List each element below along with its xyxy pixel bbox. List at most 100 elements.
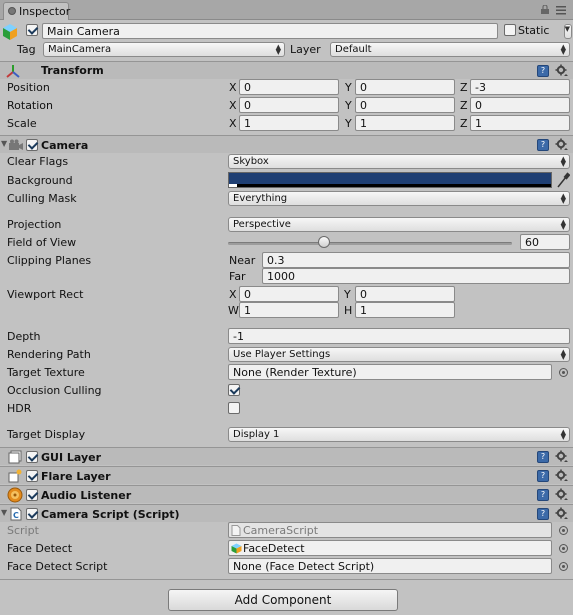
transform-header[interactable]: Transform ? bbox=[0, 61, 573, 79]
face-detect-label: Face Detect bbox=[7, 542, 73, 555]
foldout-arrow-icon[interactable]: ▼ bbox=[1, 139, 7, 148]
flare-layer-title: Flare Layer bbox=[41, 470, 111, 483]
flare-layer-checkbox[interactable] bbox=[26, 470, 38, 482]
layer-dropdown[interactable]: Default ▲ ▼ bbox=[330, 42, 570, 57]
gear-icon[interactable] bbox=[555, 507, 568, 520]
axis-y-label: Y bbox=[345, 81, 352, 94]
script-field: CameraScript bbox=[228, 522, 552, 538]
camera-script-title: Camera Script (Script) bbox=[41, 508, 180, 521]
camera-header[interactable]: ▼ Camera ? bbox=[0, 135, 573, 153]
gameobject-active-checkbox[interactable] bbox=[26, 24, 38, 36]
eyedropper-icon[interactable] bbox=[556, 172, 570, 188]
object-picker-icon[interactable] bbox=[559, 368, 568, 377]
static-checkbox[interactable] bbox=[504, 24, 516, 36]
gear-icon[interactable] bbox=[555, 469, 568, 482]
menu-icon[interactable] bbox=[555, 4, 567, 16]
fov-slider-track[interactable] bbox=[228, 242, 512, 245]
transform-title: Transform bbox=[41, 64, 104, 77]
scale-x-field[interactable]: 1 bbox=[239, 115, 339, 131]
lock-icon[interactable] bbox=[540, 5, 550, 14]
axis-z-label: Z bbox=[460, 99, 468, 112]
position-y-field[interactable]: 0 bbox=[355, 79, 455, 95]
alpha-bar bbox=[229, 184, 551, 187]
clear-flags-dropdown[interactable]: Skybox ▲ ▼ bbox=[228, 154, 570, 169]
tab-inspector[interactable]: Inspector bbox=[3, 2, 70, 20]
rotation-x-field[interactable]: 0 bbox=[239, 97, 339, 113]
static-dropdown-arrow[interactable]: ▼ bbox=[564, 24, 572, 39]
axis-x-label: X bbox=[229, 81, 237, 94]
face-detect-script-field[interactable]: None (Face Detect Script) bbox=[228, 558, 552, 574]
scale-z-field[interactable]: 1 bbox=[470, 115, 570, 131]
camera-script-checkbox[interactable] bbox=[26, 508, 38, 520]
background-color-field[interactable] bbox=[228, 172, 552, 188]
clipping-planes-label: Clipping Planes bbox=[7, 254, 92, 267]
position-z-field[interactable]: -3 bbox=[470, 79, 570, 95]
transform-axes-icon bbox=[6, 65, 20, 78]
rotation-z-field[interactable]: 0 bbox=[470, 97, 570, 113]
divider bbox=[0, 579, 573, 580]
occlusion-culling-checkbox[interactable] bbox=[228, 384, 240, 396]
gameobject-cube-icon bbox=[3, 24, 17, 40]
object-picker-icon[interactable] bbox=[559, 562, 568, 571]
gui-layer-header[interactable]: GUI Layer ? bbox=[0, 447, 573, 465]
scale-y-field[interactable]: 1 bbox=[355, 115, 455, 131]
face-detect-field[interactable]: FaceDetect bbox=[228, 540, 552, 556]
gear-icon[interactable] bbox=[555, 488, 568, 501]
projection-value: Perspective bbox=[233, 219, 291, 230]
position-x-field[interactable]: 0 bbox=[239, 79, 339, 95]
script-file-icon bbox=[231, 525, 241, 536]
viewport-x-field[interactable]: 0 bbox=[239, 286, 339, 302]
camera-script-header[interactable]: ▼ C Camera Script (Script) ? bbox=[0, 504, 573, 522]
gear-icon[interactable] bbox=[555, 138, 568, 151]
gear-icon[interactable] bbox=[555, 64, 568, 77]
audio-listener-icon bbox=[7, 487, 23, 503]
audio-listener-header[interactable]: Audio Listener ? bbox=[0, 485, 573, 503]
viewport-y-label: Y bbox=[344, 288, 351, 301]
gear-icon[interactable] bbox=[555, 450, 568, 463]
help-icon[interactable]: ? bbox=[537, 508, 549, 520]
camera-enabled-checkbox[interactable] bbox=[26, 139, 38, 151]
foldout-arrow-icon[interactable]: ▼ bbox=[1, 508, 7, 517]
projection-label: Projection bbox=[7, 218, 62, 231]
viewport-w-label: W bbox=[228, 304, 239, 317]
help-icon[interactable]: ? bbox=[537, 451, 549, 463]
viewport-y-field[interactable]: 0 bbox=[355, 286, 455, 302]
help-icon[interactable]: ? bbox=[537, 489, 549, 501]
hdr-checkbox[interactable] bbox=[228, 402, 240, 414]
help-icon[interactable]: ? bbox=[537, 65, 549, 77]
object-picker-icon[interactable] bbox=[559, 544, 568, 553]
add-component-button[interactable]: Add Component bbox=[168, 589, 398, 611]
tag-value: MainCamera bbox=[48, 44, 112, 55]
viewport-w-field[interactable]: 1 bbox=[239, 302, 339, 318]
viewport-h-field[interactable]: 1 bbox=[355, 302, 455, 318]
axis-x-label: X bbox=[229, 99, 237, 112]
layer-value: Default bbox=[335, 44, 372, 55]
camera-icon bbox=[9, 139, 23, 150]
culling-mask-dropdown[interactable]: Everything ▲ ▼ bbox=[228, 191, 570, 206]
rendering-path-dropdown[interactable]: Use Player Settings ▲ ▼ bbox=[228, 347, 570, 362]
help-icon[interactable]: ? bbox=[537, 139, 549, 151]
far-field[interactable]: 1000 bbox=[262, 268, 570, 284]
object-picker-icon[interactable] bbox=[559, 526, 568, 535]
rotation-y-field[interactable]: 0 bbox=[355, 97, 455, 113]
object-name-field[interactable]: Main Camera bbox=[42, 23, 498, 39]
audio-listener-checkbox[interactable] bbox=[26, 489, 38, 501]
target-texture-field[interactable]: None (Render Texture) bbox=[228, 364, 552, 380]
culling-mask-label: Culling Mask bbox=[7, 192, 77, 205]
csharp-script-icon: C bbox=[10, 507, 22, 521]
help-icon[interactable]: ? bbox=[537, 470, 549, 482]
near-label: Near bbox=[229, 254, 256, 267]
fov-value-field[interactable]: 60 bbox=[520, 234, 570, 250]
fov-slider-thumb[interactable] bbox=[318, 236, 330, 248]
flare-layer-header[interactable]: Flare Layer ? bbox=[0, 466, 573, 484]
script-label: Script bbox=[7, 524, 39, 537]
gui-layer-checkbox[interactable] bbox=[26, 451, 38, 463]
projection-dropdown[interactable]: Perspective ▲ ▼ bbox=[228, 217, 570, 232]
gui-layer-title: GUI Layer bbox=[41, 451, 102, 464]
near-field[interactable]: 0.3 bbox=[262, 252, 570, 268]
fov-label: Field of View bbox=[7, 236, 77, 249]
tag-dropdown[interactable]: MainCamera ▲ ▼ bbox=[43, 42, 285, 57]
target-display-dropdown[interactable]: Display 1 ▲ ▼ bbox=[228, 427, 570, 442]
depth-field[interactable]: -1 bbox=[228, 328, 570, 344]
target-display-label: Target Display bbox=[7, 428, 86, 441]
